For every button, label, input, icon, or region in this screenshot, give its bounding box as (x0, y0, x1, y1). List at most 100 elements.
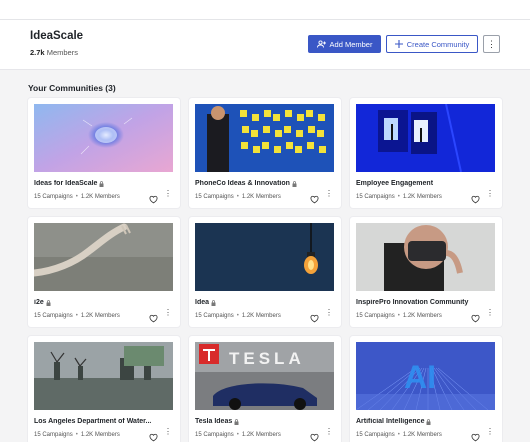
community-image (356, 104, 495, 172)
lock-icon (99, 180, 104, 187)
lock-icon (211, 299, 216, 306)
member-count: 1.2K Members (402, 194, 442, 200)
card-menu-icon[interactable]: ⋮ (325, 190, 333, 198)
community-image (356, 223, 495, 291)
separator-dot: • (397, 194, 400, 200)
card-menu-icon[interactable]: ⋮ (325, 309, 333, 317)
community-stats: 15 Campaigns • 1.2K Members (356, 313, 442, 319)
card-menu-icon[interactable]: ⋮ (164, 428, 172, 436)
add-user-icon (316, 40, 326, 48)
campaign-count: 15 Campaigns (195, 194, 234, 200)
plus-icon (394, 40, 403, 48)
community-title[interactable]: Employee Engagement (356, 180, 474, 187)
svg-text:AI: AI (404, 359, 436, 395)
heart-icon[interactable] (310, 310, 319, 323)
heart-icon[interactable] (149, 429, 158, 442)
community-card[interactable]: TESLA Tesla Ideas 15 Campaigns • 1.2K Member… (189, 336, 341, 442)
community-title[interactable]: InspirePro Innovation Community (356, 299, 474, 306)
community-stats: 15 Campaigns • 1.2K Members (34, 432, 120, 438)
community-header: IdeaScale 2.7k Members Add Member Create… (0, 20, 530, 70)
separator-dot: • (397, 432, 400, 438)
community-card[interactable]: AI Artificial Intelligence 15 Campaigns • 1.… (350, 336, 502, 442)
community-title[interactable]: PhoneCo Ideas & Innovation (195, 180, 313, 187)
heart-icon[interactable] (310, 191, 319, 204)
create-community-button[interactable]: Create Community (386, 35, 478, 53)
more-options-button[interactable]: ⋮ (483, 35, 500, 53)
add-member-button[interactable]: Add Member (308, 35, 381, 53)
lock-icon (292, 180, 297, 187)
community-image (34, 104, 173, 172)
member-count: 1.2K Members (402, 432, 442, 438)
heart-icon[interactable] (149, 310, 158, 323)
community-title-text: PhoneCo Ideas & Innovation (195, 180, 290, 187)
community-card[interactable]: PhoneCo Ideas & Innovation 15 Campaigns • 1… (189, 98, 341, 208)
community-stats: 15 Campaigns • 1.2K Members (356, 432, 442, 438)
community-card[interactable]: i2e 15 Campaigns • 1.2K Members ⋮ (28, 217, 180, 327)
member-count: 1.2K Members (80, 432, 120, 438)
campaign-count: 15 Campaigns (356, 432, 395, 438)
separator-dot: • (75, 313, 78, 319)
top-bar (0, 0, 530, 20)
community-stats: 15 Campaigns • 1.2K Members (34, 194, 120, 200)
card-menu-icon[interactable]: ⋮ (164, 190, 172, 198)
campaign-count: 15 Campaigns (34, 194, 73, 200)
community-title-text: Tesla Ideas (195, 418, 233, 425)
community-card[interactable]: Idea 15 Campaigns • 1.2K Members ⋮ (189, 217, 341, 327)
more-vertical-icon: ⋮ (487, 38, 496, 49)
community-title-text: Los Angeles Department of Water... (34, 418, 152, 425)
heart-icon[interactable] (149, 191, 158, 204)
community-title[interactable]: Ideas for IdeaScale (34, 180, 152, 187)
community-title-text: Ideas for IdeaScale (34, 180, 98, 187)
card-menu-icon[interactable]: ⋮ (325, 428, 333, 436)
community-card[interactable]: Employee Engagement 15 Campaigns • 1.2K Mem… (350, 98, 502, 208)
card-menu-icon[interactable]: ⋮ (164, 309, 172, 317)
community-title-text: i2e (34, 299, 44, 306)
community-title[interactable]: Idea (195, 299, 313, 306)
member-count: 1.2K Members (241, 432, 281, 438)
community-stats: 15 Campaigns • 1.2K Members (34, 313, 120, 319)
community-title[interactable]: Los Angeles Department of Water... (34, 418, 152, 425)
community-title[interactable]: Artificial Intelligence (356, 418, 474, 425)
community-card[interactable]: InspirePro Innovation Community 15 Campai… (350, 217, 502, 327)
community-image: AI (356, 342, 495, 410)
community-stats: 15 Campaigns • 1.2K Members (195, 313, 281, 319)
community-title-text: Idea (195, 299, 210, 306)
separator-dot: • (236, 313, 239, 319)
card-menu-icon[interactable]: ⋮ (486, 190, 494, 198)
separator-dot: • (236, 432, 239, 438)
heart-icon[interactable] (471, 310, 480, 323)
community-card[interactable]: Ideas for IdeaScale 15 Campaigns • 1.2K Mem… (28, 98, 180, 208)
community-card[interactable]: Los Angeles Department of Water... 15 Cam… (28, 336, 180, 442)
card-menu-icon[interactable]: ⋮ (486, 428, 494, 436)
community-stats: 15 Campaigns • 1.2K Members (356, 194, 442, 200)
your-communities-heading: Your Communities (3) (28, 83, 116, 93)
org-member-count: 2.7k Members (30, 48, 78, 57)
community-stats: 15 Campaigns • 1.2K Members (195, 432, 281, 438)
member-count-label: Members (46, 48, 78, 57)
community-title[interactable]: i2e (34, 299, 152, 306)
separator-dot: • (75, 194, 78, 200)
member-count: 1.2K Members (402, 313, 442, 319)
svg-text:TESLA: TESLA (229, 349, 305, 368)
community-image (195, 104, 334, 172)
member-count-value: 2.7k (30, 48, 45, 57)
community-image: TESLA (195, 342, 334, 410)
member-count: 1.2K Members (80, 313, 120, 319)
community-title[interactable]: Tesla Ideas (195, 418, 313, 425)
member-count: 1.2K Members (80, 194, 120, 200)
heart-icon[interactable] (310, 429, 319, 442)
community-title-text: Artificial Intelligence (356, 418, 425, 425)
heart-icon[interactable] (471, 429, 480, 442)
member-count: 1.2K Members (241, 313, 281, 319)
separator-dot: • (236, 194, 239, 200)
community-image (195, 223, 334, 291)
heart-icon[interactable] (471, 191, 480, 204)
lock-icon (46, 299, 51, 306)
card-menu-icon[interactable]: ⋮ (486, 309, 494, 317)
community-stats: 15 Campaigns • 1.2K Members (195, 194, 281, 200)
campaign-count: 15 Campaigns (195, 313, 234, 319)
lock-icon (426, 418, 431, 425)
org-name: IdeaScale (30, 30, 84, 42)
community-image (34, 342, 173, 410)
campaign-count: 15 Campaigns (34, 313, 73, 319)
